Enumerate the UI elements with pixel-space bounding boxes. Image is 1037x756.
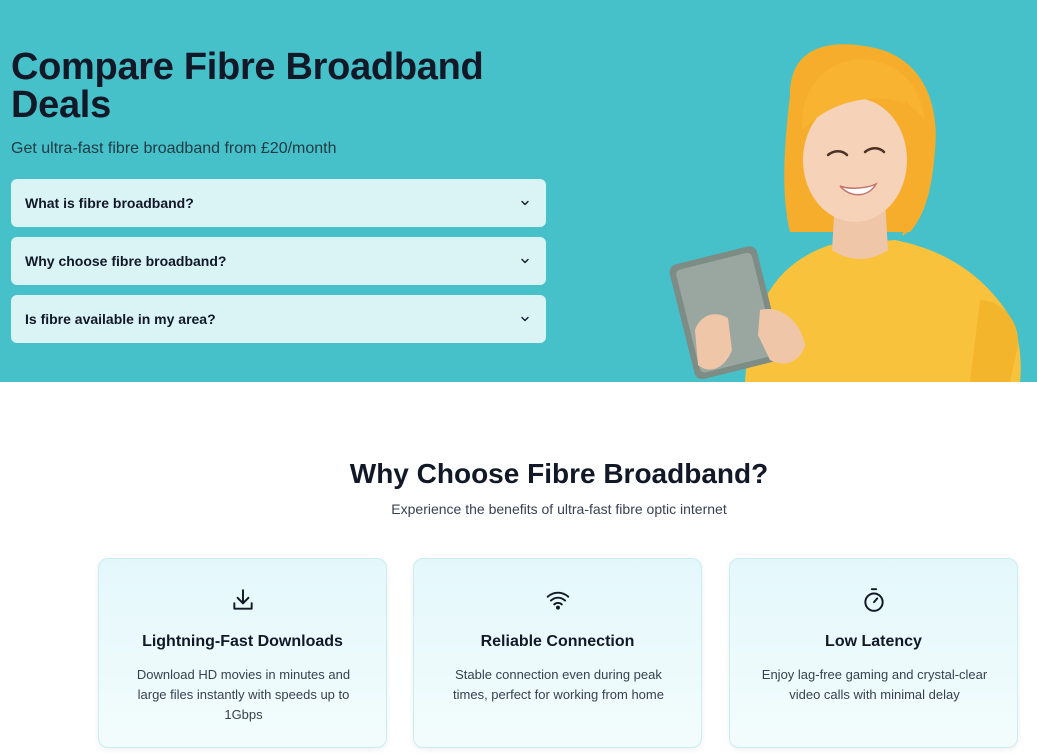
benefit-card-title: Lightning-Fast Downloads xyxy=(142,633,343,650)
hero-title: Compare Fibre Broadband Deals xyxy=(11,46,484,126)
wifi-icon xyxy=(414,587,701,613)
hero-subtitle: Get ultra-fast fibre broadband from £20/… xyxy=(11,140,337,157)
benefit-card-text: Enjoy lag-free gaming and crystal-clear … xyxy=(761,667,988,702)
benefit-card-text: Download HD movies in minutes and large … xyxy=(136,667,351,722)
faq-item-why-choose-fibre[interactable]: Why choose fibre broadband? xyxy=(11,237,546,285)
faq-item-availability[interactable]: Is fibre available in my area? xyxy=(11,295,546,343)
faq-question: What is fibre broadband? xyxy=(25,195,194,211)
chevron-down-icon xyxy=(518,254,532,268)
download-icon xyxy=(99,587,386,613)
benefit-card-latency: Low Latency Enjoy lag-free gaming and cr… xyxy=(729,558,1018,748)
chevron-down-icon xyxy=(518,196,532,210)
benefit-card-title: Reliable Connection xyxy=(480,633,635,650)
benefit-card-reliable: Reliable Connection Stable connection ev… xyxy=(413,558,702,748)
faq-question: Is fibre available in my area? xyxy=(25,311,216,327)
benefits-title: Why Choose Fibre Broadband? xyxy=(349,458,769,489)
faq-item-what-is-fibre[interactable]: What is fibre broadband? xyxy=(11,179,546,227)
hero-section: Compare Fibre Broadband Deals Get ultra-… xyxy=(0,0,1037,382)
chevron-down-icon xyxy=(518,312,532,326)
benefit-card-text: Stable connection even during peak times… xyxy=(453,667,664,702)
benefits-subtitle: Experience the benefits of ultra-fast fi… xyxy=(391,501,727,517)
benefit-card-downloads: Lightning-Fast Downloads Download HD mov… xyxy=(98,558,387,748)
benefit-card-title: Low Latency xyxy=(825,633,922,650)
stopwatch-icon xyxy=(730,587,1017,613)
hero-woman-with-tablet-image xyxy=(669,44,1021,382)
faq-question: Why choose fibre broadband? xyxy=(25,253,227,269)
